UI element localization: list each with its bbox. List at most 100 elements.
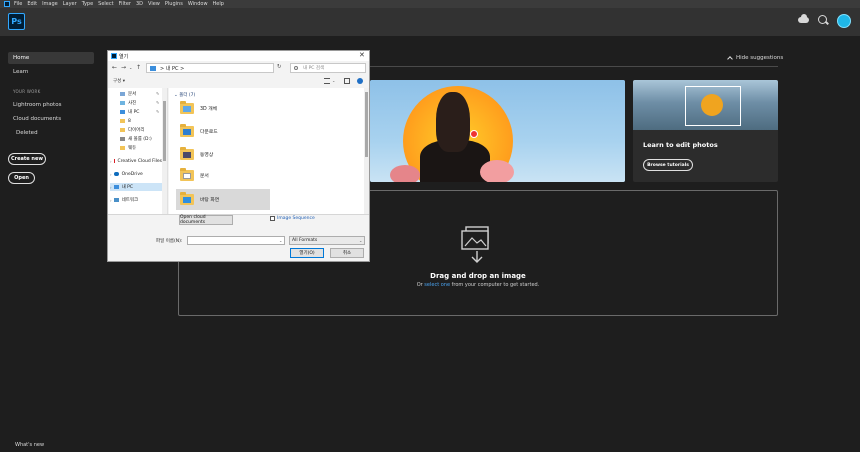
nav-item-creative-cloud[interactable]: › Creative Cloud Files [110, 157, 162, 165]
hide-suggestions-toggle[interactable]: Hide suggestions [727, 55, 784, 62]
dialog-open-button[interactable]: 열기(O) [290, 248, 324, 258]
select-one-link[interactable]: select one [424, 282, 450, 288]
menu-layer[interactable]: Layer [63, 1, 77, 7]
cloud-icon[interactable] [798, 14, 809, 23]
menu-image[interactable]: Image [42, 1, 58, 7]
learn-card-title: Learn to edit photos [643, 141, 718, 149]
folder-item-videos[interactable]: 동영상 [176, 144, 270, 165]
this-pc-icon [150, 66, 156, 71]
menu-plugins[interactable]: Plugins [165, 1, 183, 7]
search-icon[interactable] [818, 15, 827, 24]
sidebar-item-learn[interactable]: Learn [8, 66, 94, 78]
close-icon[interactable]: ✕ [359, 51, 365, 59]
chevron-right-icon: › [110, 158, 112, 164]
up-arrow-icon[interactable]: ↑ [136, 64, 141, 71]
network-icon [113, 198, 119, 202]
nav-item-volume-d[interactable]: 새 볼륨 (D:) [120, 135, 152, 143]
nav-item-documents[interactable]: 문서 [120, 90, 136, 98]
chevron-right-icon: › [110, 171, 112, 177]
search-icon [294, 66, 298, 70]
nav-item-folder-8[interactable]: 8 [120, 117, 131, 125]
nav-item-label: 네트워크 [121, 198, 139, 203]
hero-image-card[interactable] [370, 80, 625, 182]
folder-item-downloads[interactable]: 다운로드 [176, 121, 270, 142]
menu-help[interactable]: Help [213, 1, 224, 7]
create-new-button[interactable]: Create new [8, 153, 46, 165]
image-sequence-checkbox[interactable]: Image Sequence [270, 216, 315, 221]
avatar[interactable] [837, 14, 851, 28]
help-icon[interactable] [357, 78, 363, 84]
forward-arrow-icon[interactable]: → [121, 64, 126, 71]
search-placeholder: 내 PC 검색 [303, 66, 325, 71]
folder-name: 다운로드 [200, 130, 218, 135]
divider [370, 66, 778, 67]
onedrive-icon [113, 172, 119, 176]
dialog-cancel-button[interactable]: 취소 [330, 248, 364, 258]
chevron-down-icon[interactable]: ⌄ [279, 238, 282, 243]
sidebar-item-home[interactable]: Home [8, 52, 94, 64]
nav-item-this-pc-selected[interactable]: › 내 PC [110, 183, 162, 191]
open-file-dialog: 열기 ✕ ← → ⌄ ↑ > 내 PC > ⌄ ↻ 내 PC 검색 구성 ▾ ⌄… [107, 50, 370, 262]
hide-suggestions-label: Hide suggestions [736, 55, 784, 61]
menu-select[interactable]: Select [98, 1, 113, 7]
nav-pane-scroll-thumb[interactable] [163, 101, 166, 161]
view-mode-icon[interactable] [324, 78, 330, 84]
learn-card[interactable]: Learn to edit photos Browse tutorials [633, 80, 778, 182]
file-format-select[interactable]: All Formats ⌄ [289, 236, 365, 245]
browse-tutorials-button[interactable]: Browse tutorials [643, 159, 693, 171]
documents-icon [120, 92, 125, 96]
nav-item-pictures[interactable]: 사진 [120, 99, 136, 107]
folder-icon [120, 146, 125, 150]
breadcrumb-separator: > [160, 66, 165, 72]
chevron-right-icon: › [110, 197, 112, 203]
menu-type[interactable]: Type [82, 1, 93, 7]
preview-pane-icon[interactable] [344, 78, 350, 84]
menu-view[interactable]: View [148, 1, 160, 7]
drop-zone-title: Drag and drop an image [430, 272, 526, 280]
photoshop-logo[interactable]: Ps [8, 13, 25, 30]
nav-item-diary[interactable]: 다이어리 [120, 126, 145, 134]
folder-name: 3D 개체 [200, 107, 218, 112]
menu-filter[interactable]: Filter [119, 1, 131, 7]
folder-icon [180, 192, 194, 205]
open-cloud-documents-button[interactable]: Open cloud documents [179, 215, 233, 225]
drive-icon [120, 137, 125, 141]
organize-button[interactable]: 구성 ▾ [113, 78, 125, 84]
sidebar-item-deleted[interactable]: Deleted [11, 127, 97, 139]
whats-new-link[interactable]: What's new [15, 442, 44, 448]
hero-figure-head [436, 92, 470, 152]
menu-file[interactable]: File [14, 1, 22, 7]
file-pane-scroll-thumb[interactable] [365, 92, 368, 157]
nav-item-this-pc[interactable]: 내 PC [120, 108, 139, 116]
search-input[interactable]: 내 PC 검색 [290, 63, 366, 73]
menu-3d[interactable]: 3D [136, 1, 143, 7]
nav-item-network[interactable]: › 네트워크 [110, 196, 138, 204]
menu-edit[interactable]: Edit [27, 1, 37, 7]
folder-item-desktop[interactable]: 바탕 화면 [176, 189, 270, 210]
folder-icon [120, 128, 125, 132]
folder-item-3d-objects[interactable]: 3D 개체 [176, 98, 270, 119]
sidebar-item-lightroom-photos[interactable]: Lightroom photos [8, 99, 94, 111]
address-bar[interactable]: > 내 PC > ⌄ [146, 63, 308, 73]
breadcrumb-this-pc[interactable]: 내 PC [166, 66, 179, 72]
checkbox-icon[interactable] [270, 216, 275, 221]
pin-icon: ✎ [156, 109, 160, 114]
nav-item-onedrive[interactable]: › OneDrive [110, 170, 143, 178]
open-button[interactable]: Open [8, 172, 35, 184]
nav-item-label: 새 볼륨 (D:) [128, 137, 152, 142]
folder-icon [120, 119, 125, 123]
folder-name: 동영상 [200, 153, 214, 158]
refresh-icon[interactable]: ↻ [277, 64, 282, 70]
nav-item-wedding[interactable]: 웨듀 [120, 144, 136, 152]
breadcrumb-separator: > [180, 66, 185, 72]
address-path: > 내 PC > [160, 65, 184, 72]
filename-input[interactable]: ⌄ [187, 236, 285, 245]
chevron-down-icon[interactable]: ⌄ [332, 78, 338, 84]
file-format-value: All Formats [292, 238, 318, 243]
menu-window[interactable]: Window [188, 1, 208, 7]
back-arrow-icon[interactable]: ← [112, 64, 117, 71]
folder-item-documents[interactable]: 문서 [176, 165, 270, 186]
chevron-down-icon[interactable]: ⌄ [129, 65, 132, 70]
sidebar-item-cloud-documents[interactable]: Cloud documents [8, 113, 94, 125]
pin-icon: ✎ [156, 100, 160, 105]
